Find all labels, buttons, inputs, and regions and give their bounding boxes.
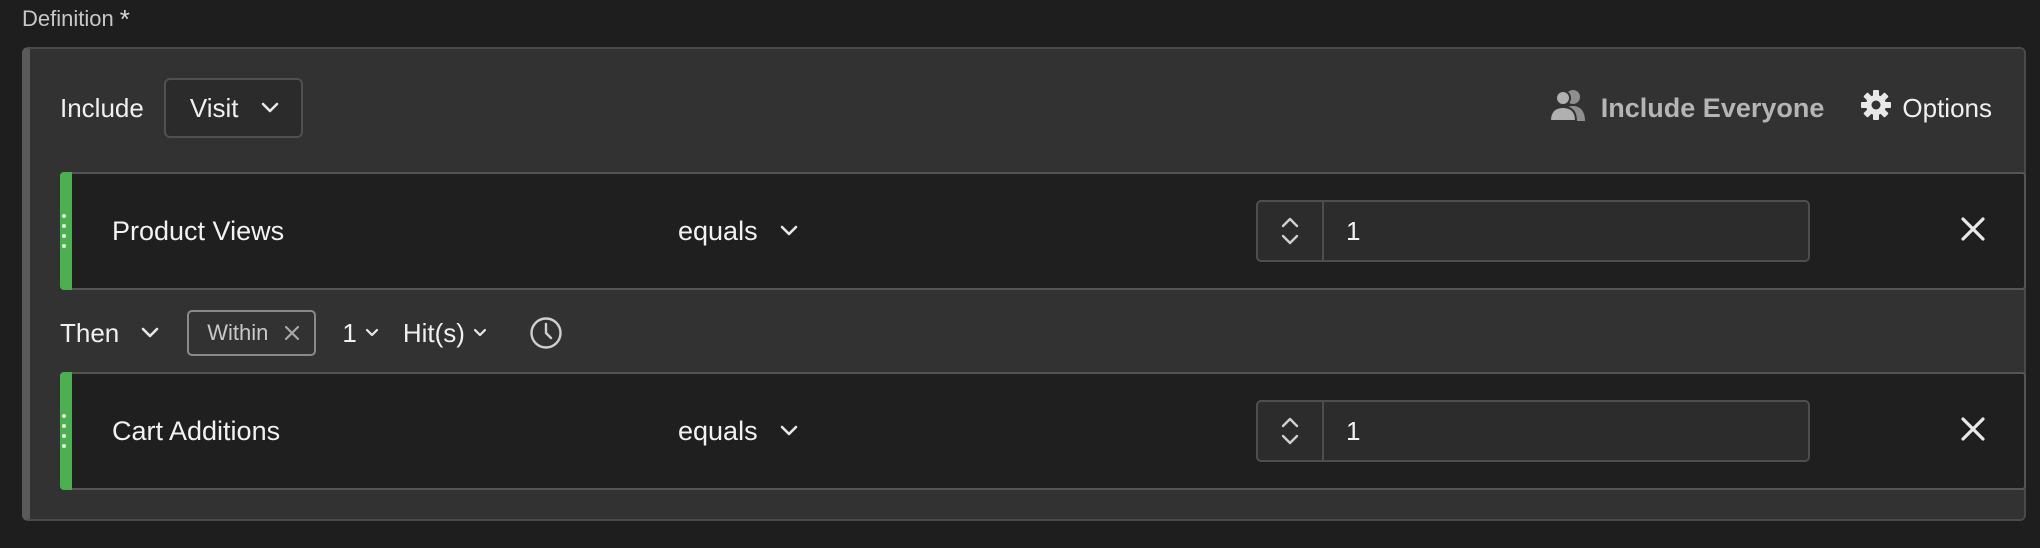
- within-unit-value: Hit(s): [402, 317, 465, 348]
- grip-dots-icon: [62, 414, 66, 448]
- chevron-up-icon[interactable]: [1281, 217, 1299, 228]
- chevron-down-icon[interactable]: [1281, 434, 1299, 445]
- rule-cart-additions: Cart Additions equals 1: [60, 372, 2026, 490]
- chevron-up-icon[interactable]: [1281, 417, 1299, 428]
- rule-value-input[interactable]: 1: [1324, 402, 1808, 460]
- options-label: Options: [1902, 92, 1992, 123]
- within-tag: Within: [187, 310, 317, 356]
- rule-value-field: 1: [1256, 400, 1810, 462]
- include-everyone-label: Include Everyone: [1600, 92, 1825, 123]
- container-type-picker[interactable]: Visit: [163, 78, 303, 138]
- chevron-down-icon: [261, 102, 279, 114]
- definition-label: Definition *: [22, 6, 130, 32]
- close-icon: [1960, 216, 1986, 247]
- rule-metric[interactable]: Product Views: [112, 174, 284, 288]
- chevron-down-icon[interactable]: [1281, 234, 1299, 245]
- chevron-down-icon: [473, 328, 487, 338]
- rule-value-input[interactable]: 1: [1324, 202, 1808, 260]
- container-header: Include Visit Include Everyone Options: [60, 77, 2024, 139]
- rule-operator-picker[interactable]: equals: [678, 374, 798, 488]
- remove-within-button[interactable]: [284, 325, 300, 341]
- rule-metric[interactable]: Cart Additions: [112, 374, 280, 488]
- rule-value-field: 1: [1256, 200, 1810, 262]
- rule-operator-value: equals: [678, 215, 758, 246]
- chevron-down-icon: [780, 225, 798, 237]
- chevron-down-icon: [780, 425, 798, 437]
- remove-rule-button[interactable]: [1960, 174, 1986, 288]
- options-button[interactable]: Options: [1860, 89, 1992, 128]
- chevron-down-icon: [141, 327, 159, 338]
- include-label: Include: [60, 92, 144, 123]
- rule-operator-picker[interactable]: equals: [678, 174, 798, 288]
- include-everyone-button[interactable]: Include Everyone: [1548, 88, 1825, 129]
- grip-dots-icon: [62, 214, 66, 248]
- definition-label-text: Definition: [22, 6, 114, 31]
- drag-handle[interactable]: [60, 372, 72, 490]
- rule-product-views: Product Views equals 1: [60, 172, 2026, 290]
- rule-operator-value: equals: [678, 415, 758, 446]
- close-icon: [285, 325, 300, 341]
- chevron-down-icon: [365, 328, 379, 338]
- within-tag-label: Within: [207, 320, 269, 345]
- container-type-value: Visit: [189, 92, 239, 123]
- header-actions: Include Everyone Options: [1548, 77, 1992, 139]
- drag-handle[interactable]: [60, 172, 72, 290]
- within-unit-picker[interactable]: Hit(s): [403, 318, 487, 349]
- value-stepper: [1258, 402, 1324, 460]
- close-icon: [1960, 416, 1986, 447]
- value-stepper: [1258, 202, 1324, 260]
- gear-icon: [1860, 89, 1892, 128]
- clock-icon: [530, 317, 562, 349]
- then-label: Then: [60, 317, 120, 348]
- within-count-picker[interactable]: 1: [342, 318, 378, 349]
- required-marker: *: [119, 4, 130, 34]
- definition-container: Include Visit Include Everyone Options P…: [22, 47, 2026, 521]
- time-restriction-button[interactable]: [529, 316, 563, 350]
- within-count-value: 1: [342, 317, 357, 348]
- remove-rule-button[interactable]: [1960, 374, 1986, 488]
- people-icon: [1548, 88, 1587, 129]
- sequence-row: Then Within 1 Hit(s): [60, 309, 563, 357]
- then-operator-dropdown[interactable]: [141, 327, 159, 339]
